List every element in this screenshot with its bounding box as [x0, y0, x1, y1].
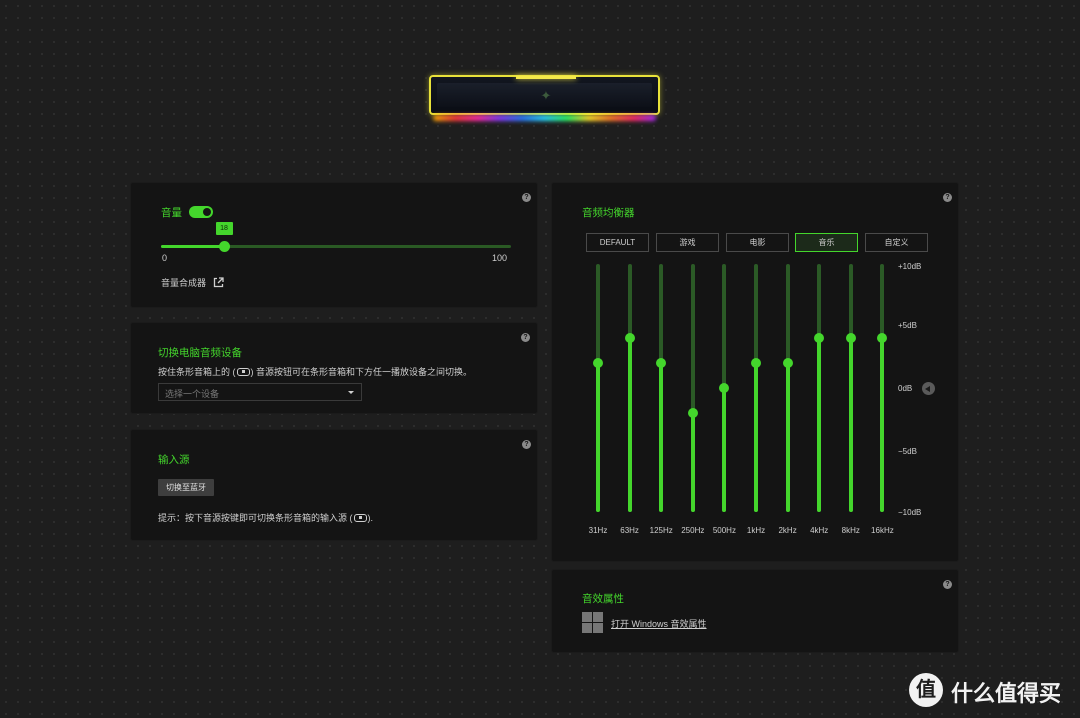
- open-sound-properties-link[interactable]: 打开 Windows 音效属性: [611, 617, 707, 630]
- switch-device-title: 切换电脑音频设备: [158, 347, 242, 359]
- eq-fill: [785, 363, 790, 512]
- equalizer-title: 音频均衡器: [582, 207, 635, 219]
- help-icon[interactable]: ?: [943, 193, 952, 202]
- db-label-0: 0dB: [898, 384, 913, 393]
- volume-slider[interactable]: 18: [161, 222, 511, 252]
- help-icon[interactable]: ?: [522, 440, 531, 449]
- external-link-icon[interactable]: [213, 277, 224, 288]
- chevron-down-icon: [348, 391, 354, 394]
- equalizer-panel: ? 音频均衡器 DEFAULT 游戏 电影 音乐 自定义 31Hz 63Hz 125…: [551, 182, 959, 562]
- eq-fill: [722, 388, 727, 512]
- eq-thumb[interactable]: [656, 358, 667, 369]
- preset-music[interactable]: 音乐: [795, 233, 858, 252]
- switch-device-description: 按住条形音箱上的 () 音源按钮可在条形音箱和下方任一播放设备之间切换。: [158, 367, 472, 377]
- source-button-icon: [353, 514, 367, 522]
- db-label-plus5: +5dB: [898, 321, 917, 330]
- preset-default[interactable]: DEFAULT: [586, 233, 649, 252]
- volume-min-label: 0: [162, 253, 168, 263]
- db-label-plus10: +10dB: [898, 262, 922, 271]
- switch-bluetooth-button[interactable]: 切换至蓝牙: [158, 479, 214, 496]
- eq-band-31hz[interactable]: 31Hz: [583, 264, 613, 535]
- eq-band-250hz[interactable]: 250Hz: [678, 264, 708, 535]
- preset-game[interactable]: 游戏: [656, 233, 719, 252]
- reset-triangle-icon[interactable]: [922, 382, 935, 395]
- eq-fill: [627, 338, 632, 512]
- volume-mixer-link[interactable]: 音量合成器: [161, 276, 224, 289]
- db-label-minus10: −10dB: [898, 508, 922, 517]
- eq-band-8khz[interactable]: 8kHz: [836, 264, 866, 535]
- eq-band-label: 16kHz: [871, 526, 894, 535]
- sound-properties-title: 音效属性: [582, 593, 624, 605]
- windows-logo-icon: [582, 612, 604, 634]
- eq-band-500hz[interactable]: 500Hz: [709, 264, 739, 535]
- volume-panel: ? 音量 18 0 100 音量合成器: [130, 182, 538, 308]
- eq-fill: [690, 412, 695, 512]
- db-label-minus5: −5dB: [898, 447, 917, 456]
- input-source-title: 输入源: [158, 454, 190, 466]
- input-source-panel: ? 输入源 切换至蓝牙 提示：按下音源按键即可切换条形音箱的输入源 ().: [130, 429, 538, 541]
- eq-band-125hz[interactable]: 125Hz: [646, 264, 676, 535]
- volume-max-label: 100: [492, 253, 508, 263]
- eq-band-2khz[interactable]: 2kHz: [773, 264, 803, 535]
- eq-thumb[interactable]: [593, 358, 603, 369]
- preset-custom[interactable]: 自定义: [865, 233, 928, 252]
- eq-thumb[interactable]: [782, 358, 793, 369]
- soundbar-image: ✦: [429, 75, 660, 115]
- eq-fill: [880, 338, 885, 512]
- watermark-text: 什么值得买: [951, 681, 1062, 706]
- eq-band-4khz[interactable]: 4kHz: [804, 264, 834, 535]
- watermark-logo-icon: 值: [909, 673, 943, 707]
- eq-thumb[interactable]: [687, 407, 698, 418]
- eq-band-1khz[interactable]: 1kHz: [741, 264, 771, 535]
- volume-value-badge: 18: [215, 222, 233, 235]
- volume-title: 音量: [161, 207, 182, 219]
- eq-band-16khz[interactable]: 16kHz: [867, 264, 897, 535]
- volume-toggle[interactable]: [189, 206, 213, 218]
- volume-fill: [161, 245, 224, 248]
- eq-thumb[interactable]: [751, 358, 761, 369]
- eq-fill: [596, 363, 600, 512]
- device-select[interactable]: 选择一个设备: [158, 383, 362, 401]
- eq-fill: [848, 338, 853, 512]
- eq-thumb[interactable]: [719, 383, 730, 393]
- volume-mixer-label[interactable]: 音量合成器: [161, 278, 206, 288]
- help-icon[interactable]: ?: [522, 193, 531, 202]
- eq-thumb[interactable]: [814, 333, 825, 344]
- help-icon[interactable]: ?: [943, 580, 952, 589]
- eq-thumb[interactable]: [877, 333, 888, 344]
- eq-band-63hz[interactable]: 63Hz: [615, 264, 645, 535]
- volume-thumb[interactable]: [218, 241, 230, 252]
- device-select-placeholder: 选择一个设备: [165, 389, 220, 399]
- preset-movie[interactable]: 电影: [726, 233, 789, 252]
- switch-device-panel: ? 切换电脑音频设备 按住条形音箱上的 () 音源按钮可在条形音箱和下方任一播放…: [130, 322, 538, 414]
- eq-fill: [754, 363, 758, 512]
- eq-thumb[interactable]: [845, 333, 856, 344]
- help-icon[interactable]: ?: [521, 333, 530, 342]
- eq-fill: [659, 363, 664, 512]
- razer-logo-icon: ✦: [540, 88, 552, 103]
- device-preview: ✦: [429, 75, 660, 123]
- rgb-underglow: [433, 115, 656, 121]
- eq-fill: [817, 338, 822, 512]
- source-button-icon: [236, 368, 250, 376]
- eq-thumb[interactable]: [624, 333, 635, 344]
- sound-properties-panel: ? 音效属性 打开 Windows 音效属性: [551, 569, 959, 653]
- input-source-hint: 提示：按下音源按键即可切换条形音箱的输入源 ().: [158, 513, 373, 523]
